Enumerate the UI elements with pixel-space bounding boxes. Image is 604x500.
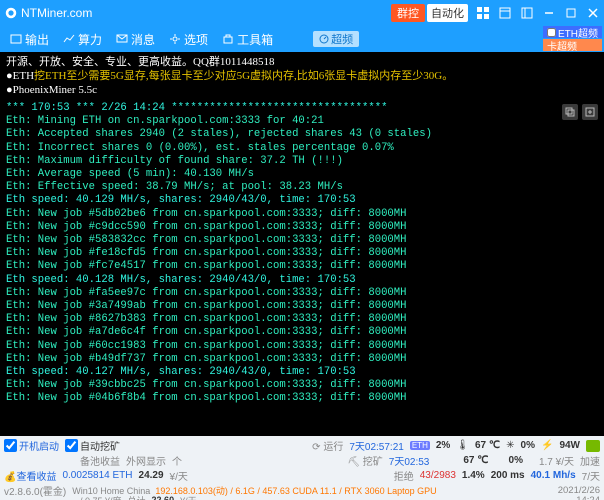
rej-pct: 1.4% — [462, 470, 485, 481]
eth-oc-chip[interactable]: ETH超频 — [543, 26, 602, 38]
pool-earn-label: 备池收益 — [80, 453, 120, 468]
check-earn[interactable]: 💰查看收益 — [4, 468, 56, 483]
eth-badge: ETH — [410, 441, 430, 450]
app-title: NTMiner.com — [21, 6, 92, 20]
layout1-icon[interactable] — [494, 0, 516, 26]
total: 22.60 — [152, 495, 175, 500]
accel: 加速 — [580, 453, 600, 468]
dual-info: / 0.75 ¥/度 — [80, 494, 122, 500]
banner-line1: 开源、开放、安全、专业、更高收益。QQ群1011448518 — [6, 55, 598, 69]
fan-icon: ✳ — [506, 440, 514, 451]
temp2: 67 ℃ — [463, 455, 488, 466]
hashrate: 40.1 Mh/s — [531, 470, 576, 481]
mining-label: ⛏ 挖矿 — [347, 453, 382, 468]
info-banner: 开源、开放、安全、专业、更高收益。QQ群1011448518 ●ETH挖ETH至… — [0, 52, 604, 100]
ext-label: 外网显示 — [126, 453, 166, 468]
export-icon[interactable] — [582, 104, 598, 120]
runtime-label: ⟳ 运行 — [312, 438, 343, 453]
automation-button[interactable]: 自动化 — [427, 4, 468, 22]
pw-icon: ⚡ — [541, 440, 553, 451]
menu-bar: 输出 算力 消息 选项 工具箱 ETH超频 卡超频 超频 — [0, 26, 604, 52]
pct: 2% — [436, 440, 450, 451]
close-icon[interactable] — [582, 0, 604, 26]
rate: 24.29 — [139, 470, 164, 481]
pw: 94W — [559, 440, 580, 451]
status-bar: 开机启动 自动挖矿 ⟳ 运行 7天02:57:21 ETH 2% 🌡 67 ℃ … — [0, 436, 604, 500]
rej-val: 43/2983 — [420, 470, 456, 481]
time: 14:24 — [576, 495, 600, 500]
temp-icon: 🌡 — [456, 440, 469, 451]
nvidia-icon — [586, 440, 600, 452]
app-logo: NTMiner.com — [4, 6, 92, 20]
logo-icon — [4, 6, 18, 20]
menu-options[interactable]: 选项 — [163, 28, 214, 50]
banner-line2: ●ETH挖ETH至少需要5G显存,每张显卡至少对应5G虚拟内存,比如6张显卡虚拟… — [6, 69, 598, 83]
total-label: 总计 — [128, 494, 146, 500]
mining-value: 7天02:53 — [389, 453, 430, 468]
minimize-icon[interactable] — [538, 0, 560, 26]
menu-tools[interactable]: 工具箱 — [216, 28, 279, 50]
grid-icon[interactable] — [472, 0, 494, 26]
temp: 67 ℃ — [475, 440, 500, 451]
copy-icon[interactable] — [562, 104, 578, 120]
fan2: 0% — [509, 455, 523, 466]
card-chip[interactable]: 卡超频 — [543, 39, 602, 51]
dev-label: 个 — [172, 453, 182, 468]
fan: 0% — [521, 440, 535, 451]
banner-line3: ●PhoenixMiner 5.5c — [6, 83, 598, 97]
rej-label: 拒绝 — [394, 468, 414, 483]
latency: 200 ms — [491, 470, 525, 481]
pw-e: 1.7 ¥/天 — [539, 453, 574, 468]
title-bar: NTMiner.com 群控 自动化 — [0, 0, 604, 26]
hash2: 7/天 — [582, 468, 600, 483]
automine-checkbox[interactable]: 自动挖矿 — [65, 438, 120, 453]
menu-output[interactable]: 输出 — [4, 28, 55, 50]
menu-messages[interactable]: 消息 — [110, 28, 161, 50]
overclock-button[interactable]: 超频 — [313, 31, 359, 47]
qun-button[interactable]: 群控 — [391, 4, 425, 22]
eth-balance: 0.0025814 ETH — [62, 470, 132, 481]
terminal-output[interactable]: *** 170:53 *** 2/26 14:24 **************… — [0, 100, 604, 436]
menu-hashrate[interactable]: 算力 — [57, 28, 108, 50]
runtime-value: 7天02:57:21 — [349, 438, 404, 453]
boot-checkbox[interactable]: 开机启动 — [4, 438, 59, 453]
terminal-wrap: *** 170:53 *** 2/26 14:24 **************… — [0, 100, 604, 436]
layout2-icon[interactable] — [516, 0, 538, 26]
maximize-icon[interactable] — [560, 0, 582, 26]
